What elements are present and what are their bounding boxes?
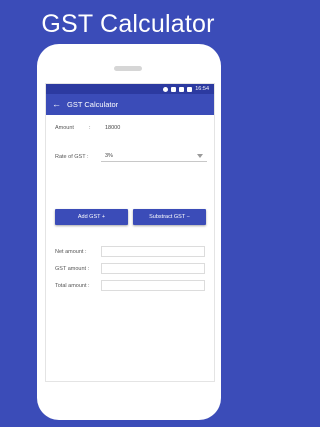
phone-speaker	[114, 66, 142, 71]
battery-icon	[187, 86, 193, 92]
status-bar: 16:54	[46, 84, 214, 94]
amount-colon: :	[89, 125, 91, 131]
amount-label: Amount	[55, 125, 74, 131]
form-content: Amount : 18000 Rate of GST : 3% Add GST …	[46, 115, 214, 381]
total-amount-label: Total amount :	[55, 282, 90, 289]
app-screen: 16:54 ← GST Calculator Amount : 18000 Ra…	[45, 83, 215, 382]
back-arrow-icon[interactable]: ←	[52, 100, 64, 109]
gst-amount-label: GST amount :	[55, 265, 90, 272]
net-amount-field[interactable]	[101, 246, 205, 257]
net-amount-row: Net amount :	[55, 246, 205, 257]
app-bar: ← GST Calculator	[46, 94, 214, 115]
banner-title: GST Calculator	[41, 10, 215, 38]
amount-input[interactable]: 18000	[105, 125, 120, 131]
signal-icon	[179, 86, 185, 92]
total-amount-row: Total amount :	[55, 280, 205, 291]
rate-select[interactable]: 3%	[101, 151, 207, 162]
gst-amount-field[interactable]	[101, 263, 205, 274]
amount-row: Amount : 18000	[55, 125, 205, 131]
rate-value: 3%	[105, 153, 113, 159]
net-amount-label: Net amount :	[55, 248, 87, 255]
status-time: 16:54	[195, 86, 209, 92]
subtract-gst-button[interactable]: Substract GST −	[133, 209, 206, 225]
wifi-icon	[171, 86, 177, 92]
rate-row: Rate of GST : 3%	[55, 151, 207, 162]
total-amount-field[interactable]	[101, 280, 205, 291]
app-bar-title: GST Calculator	[67, 100, 119, 109]
rate-label: Rate of GST :	[55, 153, 89, 160]
gst-amount-row: GST amount :	[55, 263, 205, 274]
dropdown-caret-icon	[197, 154, 203, 158]
alarm-icon	[163, 86, 169, 92]
add-gst-button[interactable]: Add GST +	[55, 209, 128, 225]
